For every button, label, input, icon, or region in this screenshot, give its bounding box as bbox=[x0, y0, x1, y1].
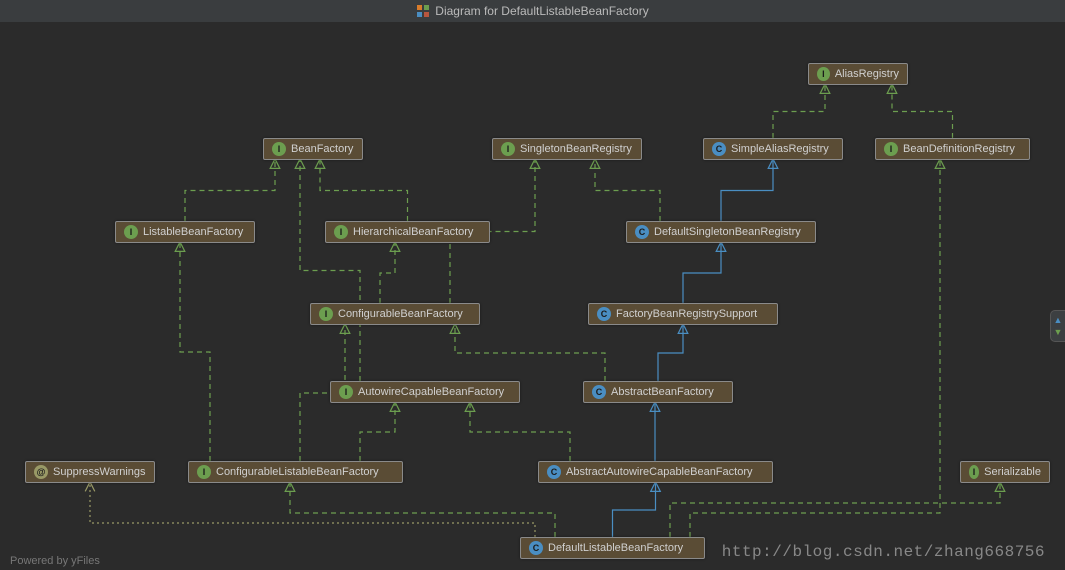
footer-credit: Powered by yFiles bbox=[10, 555, 100, 567]
node-label: DefaultSingletonBeanRegistry bbox=[654, 226, 801, 238]
node-label: AbstractBeanFactory bbox=[611, 386, 714, 398]
edge-AbstractBeanFactory-ConfigurableBeanFactory bbox=[455, 325, 605, 381]
edge-DefaultListableBeanFactory-Serializable bbox=[670, 483, 1000, 537]
window-titlebar: Diagram for DefaultListableBeanFactory bbox=[0, 0, 1065, 23]
interface-icon: I bbox=[884, 142, 898, 156]
node-label: SimpleAliasRegistry bbox=[731, 143, 829, 155]
node-label: BeanDefinitionRegistry bbox=[903, 143, 1015, 155]
edge-HierarchicalBeanFactory-BeanFactory bbox=[320, 160, 408, 221]
class-icon: C bbox=[529, 541, 543, 555]
node-label: DefaultListableBeanFactory bbox=[548, 542, 683, 554]
node-BeanDefinitionRegistry[interactable]: I BeanDefinitionRegistry bbox=[875, 138, 1030, 160]
edge-ListableBeanFactory-BeanFactory bbox=[185, 160, 275, 221]
node-label: FactoryBeanRegistrySupport bbox=[616, 308, 757, 320]
edge-BeanDefinitionRegistry-AliasRegistry bbox=[892, 85, 953, 138]
edge-DefaultListableBeanFactory-ConfigurableListableBeanFactory bbox=[290, 483, 555, 537]
node-DefaultListableBeanFactory[interactable]: C DefaultListableBeanFactory bbox=[520, 537, 705, 559]
node-label: ConfigurableBeanFactory bbox=[338, 308, 463, 320]
node-label: ListableBeanFactory bbox=[143, 226, 243, 238]
interface-icon: I bbox=[501, 142, 515, 156]
edge-DefaultSingletonBeanRegistry-SimpleAliasRegistry bbox=[721, 160, 773, 221]
node-Serializable[interactable]: I Serializable bbox=[960, 461, 1050, 483]
node-label: SuppressWarnings bbox=[53, 466, 146, 478]
node-SimpleAliasRegistry[interactable]: C SimpleAliasRegistry bbox=[703, 138, 843, 160]
edge-DefaultListableBeanFactory-AbstractAutowireCapableBeanFactory bbox=[613, 483, 656, 537]
edge-AbstractBeanFactory-FactoryBeanRegistrySupport bbox=[658, 325, 683, 381]
interface-icon: I bbox=[339, 385, 353, 399]
diagram-icon bbox=[416, 4, 430, 18]
node-AliasRegistry[interactable]: I AliasRegistry bbox=[808, 63, 908, 85]
interface-icon: I bbox=[817, 67, 830, 81]
diagram-canvas[interactable]: I AliasRegistry I BeanFactory I SingletonBean… bbox=[0, 23, 1065, 570]
node-label: SingletonBeanRegistry bbox=[520, 143, 632, 155]
node-label: HierarchicalBeanFactory bbox=[353, 226, 473, 238]
edge-AbstractAutowireCapableBeanFactory-AutowireCapableBeanFactory bbox=[470, 403, 570, 461]
node-label: Serializable bbox=[984, 466, 1041, 478]
node-label: AutowireCapableBeanFactory bbox=[358, 386, 504, 398]
edge-ConfigurableListableBeanFactory-ListableBeanFactory bbox=[180, 243, 210, 461]
node-label: ConfigurableListableBeanFactory bbox=[216, 466, 379, 478]
node-label: AbstractAutowireCapableBeanFactory bbox=[566, 466, 752, 478]
interface-icon: I bbox=[334, 225, 348, 239]
node-label: AliasRegistry bbox=[835, 68, 899, 80]
node-AutowireCapableBeanFactory[interactable]: I AutowireCapableBeanFactory bbox=[330, 381, 520, 403]
node-HierarchicalBeanFactory[interactable]: I HierarchicalBeanFactory bbox=[325, 221, 490, 243]
node-ConfigurableBeanFactory[interactable]: I ConfigurableBeanFactory bbox=[310, 303, 480, 325]
class-icon: C bbox=[592, 385, 606, 399]
side-handle[interactable]: ▲ ▼ bbox=[1050, 310, 1065, 342]
node-SingletonBeanRegistry[interactable]: I SingletonBeanRegistry bbox=[492, 138, 642, 160]
interface-icon: I bbox=[272, 142, 286, 156]
node-ConfigurableListableBeanFactory[interactable]: I ConfigurableListableBeanFactory bbox=[188, 461, 403, 483]
edge-SimpleAliasRegistry-AliasRegistry bbox=[773, 85, 825, 138]
edge-DefaultSingletonBeanRegistry-SingletonBeanRegistry bbox=[595, 160, 660, 221]
interface-icon: I bbox=[319, 307, 333, 321]
node-AbstractAutowireCapableBeanFactory[interactable]: C AbstractAutowireCapableBeanFactory bbox=[538, 461, 773, 483]
interface-icon: I bbox=[969, 465, 979, 479]
node-ListableBeanFactory[interactable]: I ListableBeanFactory bbox=[115, 221, 255, 243]
class-icon: C bbox=[597, 307, 611, 321]
watermark-text: http://blog.csdn.net/zhang668756 bbox=[722, 543, 1045, 561]
arrow-up-icon: ▲ bbox=[1054, 315, 1063, 325]
node-label: BeanFactory bbox=[291, 143, 353, 155]
arrow-down-icon: ▼ bbox=[1054, 327, 1063, 337]
class-icon: C bbox=[635, 225, 649, 239]
node-DefaultSingletonBeanRegistry[interactable]: C DefaultSingletonBeanRegistry bbox=[626, 221, 816, 243]
interface-icon: I bbox=[124, 225, 138, 239]
node-AbstractBeanFactory[interactable]: C AbstractBeanFactory bbox=[583, 381, 733, 403]
node-BeanFactory[interactable]: I BeanFactory bbox=[263, 138, 363, 160]
edges-layer bbox=[0, 23, 1065, 570]
edge-DefaultListableBeanFactory-SuppressWarnings bbox=[90, 483, 535, 537]
edge-FactoryBeanRegistrySupport-DefaultSingletonBeanRegistry bbox=[683, 243, 721, 303]
class-icon: C bbox=[547, 465, 561, 479]
edge-ConfigurableListableBeanFactory-AutowireCapableBeanFactory bbox=[360, 403, 395, 461]
node-FactoryBeanRegistrySupport[interactable]: C FactoryBeanRegistrySupport bbox=[588, 303, 778, 325]
edge-AutowireCapableBeanFactory-BeanFactory bbox=[300, 160, 360, 381]
window-title: Diagram for DefaultListableBeanFactory bbox=[435, 4, 648, 18]
node-SuppressWarnings[interactable]: @ SuppressWarnings bbox=[25, 461, 155, 483]
interface-icon: I bbox=[197, 465, 211, 479]
class-icon: C bbox=[712, 142, 726, 156]
edge-ConfigurableBeanFactory-HierarchicalBeanFactory bbox=[380, 243, 395, 303]
annotation-icon: @ bbox=[34, 465, 48, 479]
